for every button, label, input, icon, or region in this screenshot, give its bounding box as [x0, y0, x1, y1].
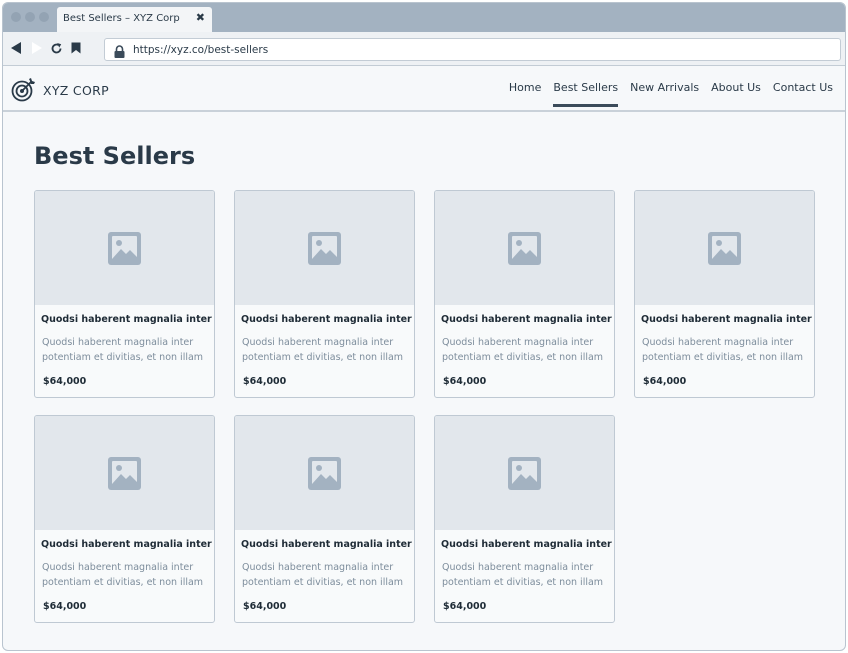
product-title: Quodsi haberent magnalia inter — [241, 314, 412, 325]
image-icon — [708, 232, 741, 265]
window-controls — [11, 12, 49, 22]
lock-icon — [114, 43, 125, 62]
product-title: Quodsi haberent magnalia inter — [441, 539, 612, 550]
product-image-placeholder — [235, 191, 414, 305]
product-card[interactable]: Quodsi haberent magnalia inter Quodsi ha… — [34, 190, 215, 398]
back-icon[interactable] — [9, 41, 23, 55]
reload-icon[interactable] — [49, 41, 63, 55]
product-description: Quodsi haberent magnalia inter potentiam… — [242, 562, 404, 588]
image-icon — [308, 457, 341, 490]
nav-about-us[interactable]: About Us — [705, 66, 767, 112]
product-description: Quodsi haberent magnalia inter potentiam… — [42, 337, 204, 363]
brand-name[interactable]: XYZ CORP — [43, 83, 109, 98]
browser-tab[interactable]: Best Sellers – XYZ Corp ✖ — [57, 7, 212, 32]
nav-contact-us[interactable]: Contact Us — [767, 66, 839, 112]
product-image-placeholder — [235, 416, 414, 530]
product-image-placeholder — [435, 191, 614, 305]
bookmark-icon[interactable] — [69, 41, 83, 55]
product-card[interactable]: Quodsi haberent magnalia inter Quodsi ha… — [234, 190, 415, 398]
tab-bar: Best Sellers – XYZ Corp ✖ — [3, 3, 845, 32]
product-description: Quodsi haberent magnalia inter potentiam… — [442, 337, 604, 363]
image-icon — [508, 457, 541, 490]
address-bar: https://xyz.co/best-sellers — [3, 32, 845, 66]
nav-best-sellers[interactable]: Best Sellers — [547, 66, 624, 112]
product-card[interactable]: Quodsi haberent magnalia inter Quodsi ha… — [634, 190, 815, 398]
url-field[interactable]: https://xyz.co/best-sellers — [104, 38, 841, 61]
product-card[interactable]: Quodsi haberent magnalia inter Quodsi ha… — [234, 415, 415, 623]
product-price: $64,000 — [243, 601, 287, 612]
product-card[interactable]: Quodsi haberent magnalia inter Quodsi ha… — [434, 415, 615, 623]
product-description: Quodsi haberent magnalia inter potentiam… — [42, 562, 204, 588]
target-icon[interactable] — [11, 77, 37, 107]
image-icon — [108, 232, 141, 265]
url-text: https://xyz.co/best-sellers — [133, 44, 269, 56]
image-icon — [108, 457, 141, 490]
page-title: Best Sellers — [34, 142, 196, 170]
maximize-window-button[interactable] — [39, 12, 49, 22]
product-title: Quodsi haberent magnalia inter — [441, 314, 612, 325]
product-price: $64,000 — [443, 376, 487, 387]
product-title: Quodsi haberent magnalia inter — [641, 314, 812, 325]
nav-new-arrivals[interactable]: New Arrivals — [624, 66, 705, 112]
product-price: $64,000 — [243, 376, 287, 387]
product-price: $64,000 — [43, 376, 87, 387]
product-price: $64,000 — [43, 601, 87, 612]
product-description: Quodsi haberent magnalia inter potentiam… — [442, 562, 604, 588]
close-tab-icon[interactable]: ✖ — [196, 11, 205, 24]
close-window-button[interactable] — [11, 12, 21, 22]
image-icon — [508, 232, 541, 265]
main-nav: Home Best Sellers New Arrivals About Us … — [503, 66, 839, 112]
nav-home[interactable]: Home — [503, 66, 547, 112]
product-title: Quodsi haberent magnalia inter — [41, 539, 212, 550]
image-icon — [308, 232, 341, 265]
product-card[interactable]: Quodsi haberent magnalia inter Quodsi ha… — [434, 190, 615, 398]
product-description: Quodsi haberent magnalia inter potentiam… — [242, 337, 404, 363]
product-image-placeholder — [35, 416, 214, 530]
product-card[interactable]: Quodsi haberent magnalia inter Quodsi ha… — [34, 415, 215, 623]
product-price: $64,000 — [643, 376, 687, 387]
product-image-placeholder — [635, 191, 814, 305]
tab-title: Best Sellers – XYZ Corp — [63, 13, 180, 24]
product-image-placeholder — [435, 416, 614, 530]
product-title: Quodsi haberent magnalia inter — [41, 314, 212, 325]
site-header: XYZ CORP Home Best Sellers New Arrivals … — [3, 66, 845, 112]
forward-icon[interactable] — [29, 41, 43, 55]
product-price: $64,000 — [443, 601, 487, 612]
browser-window: Best Sellers – XYZ Corp ✖ https://xyz.co… — [2, 2, 846, 651]
product-description: Quodsi haberent magnalia inter potentiam… — [642, 337, 804, 363]
minimize-window-button[interactable] — [25, 12, 35, 22]
product-image-placeholder — [35, 191, 214, 305]
product-title: Quodsi haberent magnalia inter — [241, 539, 412, 550]
